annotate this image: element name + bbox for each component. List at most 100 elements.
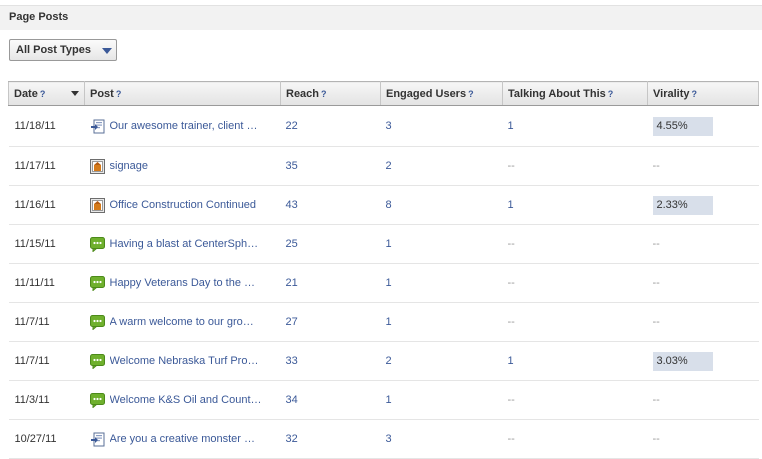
engaged-users-value[interactable]: 1	[380, 380, 503, 420]
reach-value[interactable]: 35	[280, 146, 381, 186]
column-header-label: Talking About This	[508, 87, 606, 100]
post-link[interactable]: Welcome Nebraska Turf Pro…	[110, 355, 259, 367]
post-cell: Office Construction Continued	[84, 185, 281, 225]
help-icon[interactable]: ?	[321, 89, 327, 99]
table-header-row: Date? Post? Reach? Engaged Users? Talkin…	[8, 81, 759, 106]
reach-value[interactable]: 25	[280, 224, 381, 264]
post-date: 11/3/11	[8, 380, 85, 420]
virality-value: 2.33%	[652, 195, 713, 215]
virality-value: 3.03%	[652, 351, 713, 371]
table-row: 11/17/11 signage 35 2 -- --	[8, 146, 759, 186]
engaged-users-value[interactable]: 2	[380, 341, 503, 381]
post-link[interactable]: A warm welcome to our gro…	[110, 316, 254, 328]
post-types-dropdown[interactable]: All Post Types	[9, 39, 117, 61]
post-cell: A warm welcome to our gro…	[84, 302, 281, 342]
status-icon	[89, 236, 105, 253]
post-date: 10/27/11	[8, 419, 85, 459]
column-header-date[interactable]: Date?	[8, 81, 85, 106]
post-date: 11/16/11	[8, 185, 85, 225]
post-cell: Welcome K&S Oil and Count…	[84, 380, 281, 420]
post-cell: Welcome Nebraska Turf Pro…	[84, 341, 281, 381]
post-date: 11/18/11	[8, 105, 85, 147]
talking-about-this-value: --	[502, 146, 648, 186]
virality-value: --	[647, 380, 759, 420]
talking-about-this-value[interactable]: 1	[502, 185, 648, 225]
help-icon[interactable]: ?	[468, 89, 474, 99]
table-row: 11/16/11 Office Construction Continued 43 8…	[8, 185, 759, 225]
column-header-virality[interactable]: Virality?	[647, 81, 759, 106]
reach-value[interactable]: 33	[280, 341, 381, 381]
post-date: 11/17/11	[8, 146, 85, 186]
chevron-down-icon	[102, 48, 112, 54]
talking-about-this-value: --	[502, 224, 648, 264]
help-icon[interactable]: ?	[116, 89, 122, 99]
link-icon	[90, 432, 105, 447]
virality-value: --	[647, 146, 759, 186]
post-cell: Happy Veterans Day to the …	[84, 263, 281, 303]
post-link[interactable]: Happy Veterans Day to the …	[110, 277, 256, 289]
reach-value[interactable]: 34	[280, 380, 381, 420]
virality-value: --	[647, 302, 759, 342]
engaged-users-value[interactable]: 1	[380, 224, 503, 264]
reach-value[interactable]: 32	[280, 419, 381, 459]
reach-value[interactable]: 43	[280, 185, 381, 225]
status-icon	[89, 353, 105, 370]
virality-cell: 2.33%	[647, 185, 759, 225]
table-row: 11/11/11 Happy Veterans Day to the … 21 1 --…	[8, 263, 759, 303]
column-header-label: Engaged Users	[386, 87, 467, 100]
sort-descending-icon[interactable]	[71, 91, 79, 96]
post-date: 11/15/11	[8, 224, 85, 264]
column-header-label: Virality	[653, 87, 690, 100]
talking-about-this-value[interactable]: 1	[502, 341, 648, 381]
virality-cell: 3.03%	[647, 341, 759, 381]
engaged-users-value[interactable]: 8	[380, 185, 503, 225]
post-date: 11/7/11	[8, 341, 85, 381]
table-row: 10/27/11 Are you a creative monster … 32 3-…	[8, 419, 759, 459]
talking-about-this-value: --	[502, 380, 648, 420]
engaged-users-value[interactable]: 2	[380, 146, 503, 186]
status-icon	[89, 314, 105, 331]
talking-about-this-value: --	[502, 302, 648, 342]
post-link[interactable]: Office Construction Continued	[110, 199, 257, 211]
column-header-label: Reach	[286, 87, 320, 100]
column-header-label: Post	[90, 87, 114, 100]
status-icon	[89, 275, 105, 292]
page-title: Page Posts	[9, 11, 69, 23]
post-link[interactable]: Welcome K&S Oil and Count…	[110, 394, 262, 406]
post-link[interactable]: Our awesome trainer, client …	[110, 120, 258, 132]
talking-about-this-value: --	[502, 263, 648, 303]
help-icon[interactable]: ?	[608, 89, 614, 99]
talking-about-this-value[interactable]: 1	[502, 105, 648, 147]
reach-value[interactable]: 22	[280, 105, 381, 147]
engaged-users-value[interactable]: 3	[380, 419, 503, 459]
reach-value[interactable]: 21	[280, 263, 381, 303]
post-cell: Having a blast at CenterSph…	[84, 224, 281, 264]
post-link[interactable]: Are you a creative monster …	[110, 433, 256, 445]
virality-value: --	[647, 224, 759, 264]
help-icon[interactable]: ?	[40, 89, 46, 99]
photo-icon	[89, 197, 105, 213]
post-cell: signage	[84, 146, 281, 186]
reach-value[interactable]: 27	[280, 302, 381, 342]
column-header-post[interactable]: Post?	[84, 81, 281, 106]
page-posts-table: Date? Post? Reach? Engaged Users? Talkin…	[8, 81, 759, 459]
column-header-talking-about-this[interactable]: Talking About This?	[502, 81, 648, 106]
engaged-users-value[interactable]: 1	[380, 302, 503, 342]
post-types-dropdown-label: All Post Types	[16, 44, 91, 56]
link-icon	[90, 119, 105, 134]
post-date: 11/11/11	[8, 263, 85, 303]
talking-about-this-value: --	[502, 419, 648, 459]
table-row: 11/7/11 A warm welcome to our gro… 27 1 -- --	[8, 302, 759, 342]
post-link[interactable]: signage	[110, 160, 149, 172]
help-icon[interactable]: ?	[692, 89, 698, 99]
engaged-users-value[interactable]: 1	[380, 263, 503, 303]
table-row: 11/15/11 Having a blast at CenterSph… 25 1-…	[8, 224, 759, 264]
post-date: 11/7/11	[8, 302, 85, 342]
photo-icon	[89, 158, 105, 174]
post-cell: Our awesome trainer, client …	[84, 105, 281, 147]
engaged-users-value[interactable]: 3	[380, 105, 503, 147]
post-link[interactable]: Having a blast at CenterSph…	[110, 238, 259, 250]
column-header-engaged-users[interactable]: Engaged Users?	[380, 81, 503, 106]
table-row: 11/3/11 Welcome K&S Oil and Count… 34 1 -- --	[8, 380, 759, 420]
column-header-reach[interactable]: Reach?	[280, 81, 381, 106]
